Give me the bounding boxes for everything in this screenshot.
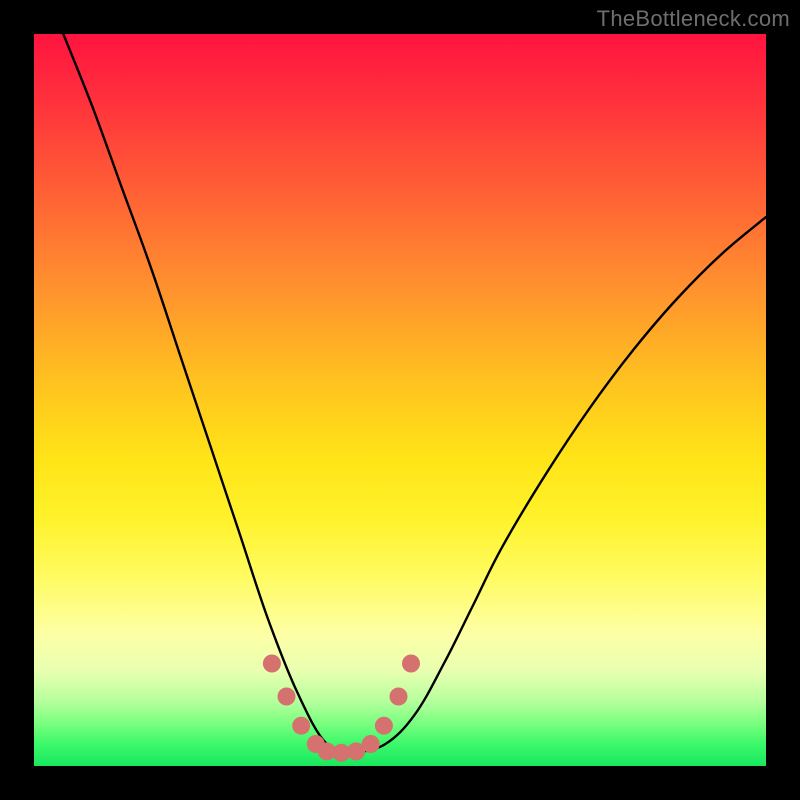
watermark-text: TheBottleneck.com xyxy=(597,6,790,32)
highlight-marker xyxy=(278,688,296,706)
curve-layer xyxy=(34,34,766,766)
bottleneck-curve xyxy=(63,34,766,752)
highlight-marker xyxy=(402,655,420,673)
highlight-marker xyxy=(375,717,393,735)
highlight-markers xyxy=(263,655,420,762)
highlight-marker xyxy=(390,688,408,706)
plot-area xyxy=(34,34,766,766)
highlight-marker xyxy=(263,655,281,673)
highlight-marker xyxy=(292,717,310,735)
outer-frame: TheBottleneck.com xyxy=(0,0,800,800)
highlight-marker xyxy=(362,735,380,753)
